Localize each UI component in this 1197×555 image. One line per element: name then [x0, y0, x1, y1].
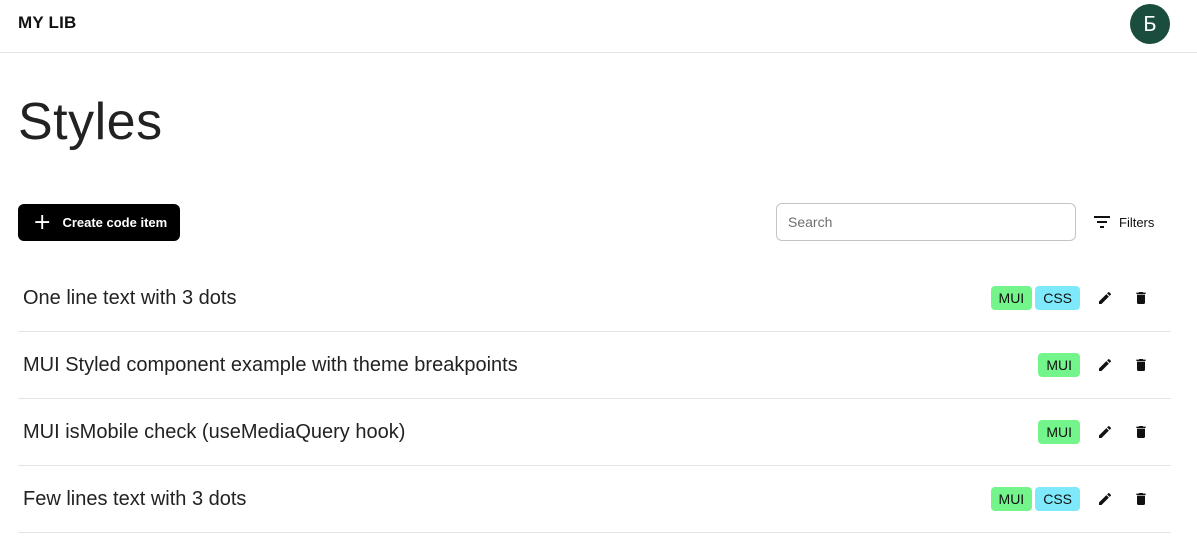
edit-button[interactable] [1093, 420, 1117, 444]
tag-chip[interactable]: CSS [1035, 487, 1080, 511]
search-input[interactable] [776, 203, 1076, 241]
plus-icon: + [33, 209, 52, 235]
item-title[interactable]: MUI isMobile check (useMediaQuery hook) [23, 421, 405, 444]
pencil-icon [1099, 492, 1112, 505]
tag-chip[interactable]: MUI [1038, 420, 1080, 444]
list-item: MUI Styled component example with theme … [18, 332, 1171, 399]
tag-chip[interactable]: MUI [990, 286, 1033, 310]
trash-icon [1136, 292, 1146, 304]
item-actions: MUI [1035, 399, 1153, 465]
edit-button[interactable] [1093, 353, 1117, 377]
tag-chip[interactable]: MUI [1038, 353, 1080, 377]
list-item: One line text with 3 dots MUI CSS [18, 265, 1171, 332]
filter-lines-icon [1094, 216, 1110, 228]
trash-icon [1136, 493, 1146, 505]
item-title[interactable]: MUI Styled component example with theme … [23, 354, 518, 377]
top-app-bar: MY LIB Б [0, 0, 1197, 53]
item-title[interactable]: One line text with 3 dots [23, 287, 236, 310]
tag-chip[interactable]: CSS [1035, 286, 1080, 310]
tag-chip[interactable]: MUI [990, 487, 1033, 511]
list-item: MUI isMobile check (useMediaQuery hook) … [18, 399, 1171, 466]
pencil-icon [1099, 358, 1112, 371]
brand-logo[interactable]: MY LIB [18, 13, 77, 33]
item-title[interactable]: Few lines text with 3 dots [23, 488, 246, 511]
delete-button[interactable] [1129, 353, 1153, 377]
item-actions: MUI [1035, 332, 1153, 398]
trash-icon [1136, 426, 1146, 438]
code-item-list: One line text with 3 dots MUI CSS MUI St… [18, 265, 1171, 533]
pencil-icon [1099, 425, 1112, 438]
page-title: Styles [18, 93, 163, 151]
edit-button[interactable] [1093, 487, 1117, 511]
create-code-item-button[interactable]: + Create code item [18, 204, 180, 241]
create-button-label: Create code item [62, 215, 168, 230]
list-item: Few lines text with 3 dots MUI CSS [18, 466, 1171, 533]
filters-button[interactable]: Filters [1094, 210, 1154, 234]
delete-button[interactable] [1129, 420, 1153, 444]
item-actions: MUI CSS [988, 265, 1153, 331]
filters-label: Filters [1119, 214, 1155, 230]
trash-icon [1136, 359, 1146, 371]
pencil-icon [1099, 291, 1112, 304]
edit-button[interactable] [1093, 286, 1117, 310]
user-avatar[interactable]: Б [1130, 4, 1170, 44]
item-actions: MUI CSS [988, 466, 1153, 532]
delete-button[interactable] [1129, 286, 1153, 310]
delete-button[interactable] [1129, 487, 1153, 511]
